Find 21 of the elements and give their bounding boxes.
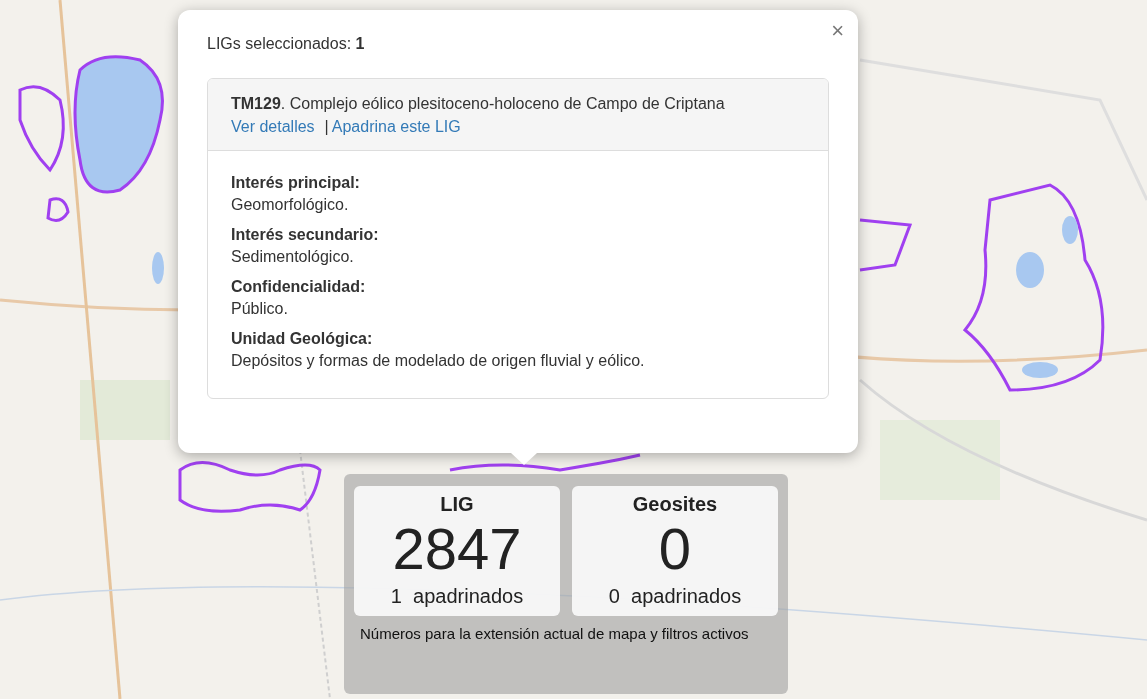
field-value: Público. — [231, 299, 289, 319]
field-label: Interés secundario: — [231, 225, 380, 245]
link-separator: | — [324, 117, 329, 137]
popup-heading: LIGs seleccionados: 1 — [207, 34, 366, 54]
stat-sponsored: 1 apadrinados — [389, 584, 525, 609]
field-label: Unidad Geológica: — [231, 329, 374, 349]
field-value: Depósitos y formas de modelado de origen fluvial y eólico. — [231, 351, 646, 371]
stat-count: 0 — [657, 516, 693, 582]
stats-note: Números para la extensión actual de mapa y filtros activos — [359, 624, 750, 644]
field-value: Sedimentológico. — [231, 247, 355, 267]
field-label: Confidencialidad: — [231, 277, 367, 297]
close-button[interactable]: × — [825, 16, 850, 46]
field-label: Interés principal: — [231, 173, 361, 193]
site-title: TM129. Complejo eólico plesitoceno-holoceno de Campo de Criptana — [231, 94, 726, 114]
stat-sponsored: 0 apadrinados — [607, 584, 743, 609]
stat-title: Geosites — [631, 492, 719, 516]
stat-count: 2847 — [391, 516, 523, 582]
popup-link[interactable]: Ver detalles — [231, 115, 315, 138]
popup-link[interactable]: Apadrina este LIG — [331, 115, 461, 138]
field-value: Geomorfológico. — [231, 195, 350, 215]
stat-title: LIG — [439, 492, 475, 516]
